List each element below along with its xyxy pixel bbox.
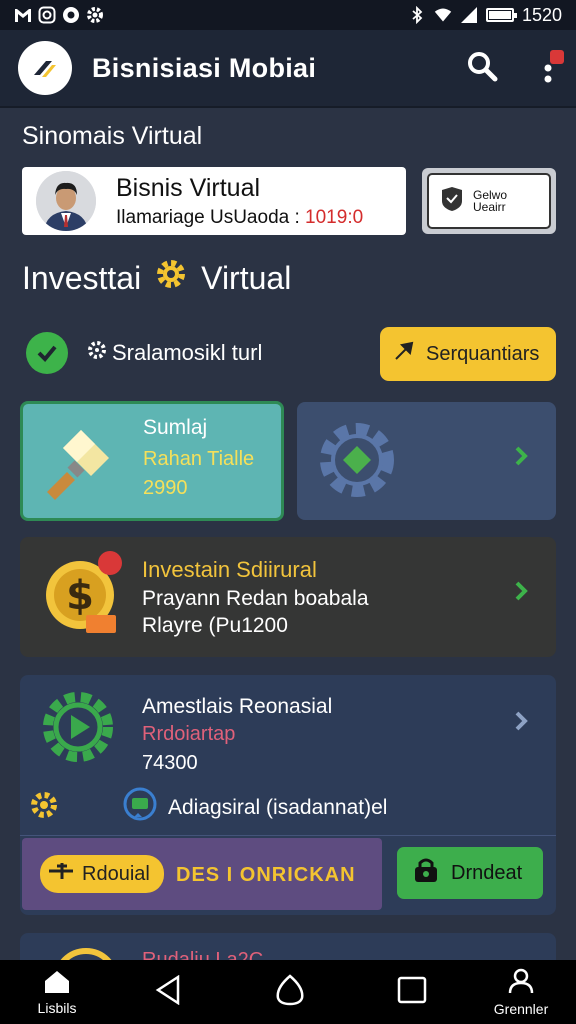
- nav-recents[interactable]: [392, 960, 432, 1024]
- user-subtitle: Ilamariage UsUaoda : 1019:0: [116, 207, 363, 229]
- instagram-icon: [38, 6, 56, 24]
- video-card-subrow: Adiagsiral (isadannat)el: [28, 787, 387, 829]
- battery-icon: [485, 8, 517, 22]
- investment-card-line1: Prayann Redan boabala: [142, 587, 369, 610]
- user-sub-value: 1019:0: [305, 206, 364, 228]
- nav-profile[interactable]: Grennler: [476, 960, 566, 1024]
- user-sub-label: Ilamariage UsUaoda :: [116, 206, 300, 228]
- nav-profile-label: Grennler: [493, 1000, 549, 1017]
- teal-card-value: 2990: [143, 477, 188, 499]
- gear-card[interactable]: [297, 402, 556, 520]
- video-card-title: Amestlais Reonasial: [142, 695, 333, 718]
- app-bar: Bisnisiasi Mobiai: [0, 30, 576, 108]
- arrow-icon: [392, 339, 416, 369]
- nav-home-label: Lisbils: [37, 999, 77, 1016]
- status-time: 1520: [521, 4, 562, 25]
- bottom-nav: Lisbils Grennler: [0, 960, 576, 1024]
- coin-icon: $: [38, 549, 134, 646]
- section-heading: Investtai Virtual: [22, 258, 291, 298]
- yellow-button-label: Serquantiars: [426, 342, 540, 365]
- signal-icon: [460, 6, 478, 24]
- gmail-icon: [14, 6, 32, 24]
- avatar: [36, 171, 96, 231]
- video-card-subtitle: Rrdoiartap: [142, 723, 236, 745]
- teal-card[interactable]: Sumlaj Rahan Tialle 2990: [20, 401, 284, 521]
- bluetooth-icon: [408, 6, 426, 24]
- check-icon: [26, 332, 68, 374]
- chevron-right-icon[interactable]: [509, 579, 533, 603]
- notification-icon[interactable]: [538, 50, 564, 86]
- recents-icon: [397, 975, 427, 1010]
- green-action-button[interactable]: Drndeat: [397, 847, 543, 899]
- shield-icon: [439, 186, 465, 217]
- small-gear-icon: [28, 789, 60, 827]
- notification-badge: [550, 50, 564, 64]
- camera-icon: [62, 6, 80, 24]
- wifi-icon: [434, 6, 452, 24]
- app-title: Bisnisiasi Mobiai: [92, 52, 317, 83]
- video-card-value: 74300: [142, 752, 198, 774]
- investment-card[interactable]: $ Investain Sdiirural Prayann Redan boab…: [20, 537, 556, 657]
- side-button-line2: Ueairr: [473, 200, 506, 214]
- section-label: Sinomais Virtual: [22, 122, 203, 150]
- teal-card-subtitle: Rahan Tialle: [143, 448, 255, 470]
- teal-card-title: Sumlaj: [143, 416, 208, 439]
- gear-icon: [155, 258, 187, 298]
- side-action-button[interactable]: Gelwo Ueairr: [422, 168, 556, 234]
- user-name: Bisnis Virtual: [116, 173, 261, 202]
- nav-back[interactable]: [148, 960, 188, 1024]
- yellow-action-button[interactable]: Serquantiars: [380, 327, 556, 381]
- brush-icon: [45, 422, 121, 507]
- promo-strip: Rdouial DES I ONRICKAN: [22, 838, 382, 910]
- status-bar: 1520: [0, 0, 576, 30]
- back-icon: [154, 974, 182, 1010]
- profile-icon: [508, 968, 534, 999]
- home-button-icon: [275, 973, 305, 1011]
- user-card[interactable]: Bisnis Virtual Ilamariage UsUaoda : 1019…: [22, 167, 406, 235]
- heading-left: Investtai: [22, 259, 142, 296]
- chat-icon: [122, 787, 158, 829]
- pill-label: Rdouial: [82, 862, 150, 885]
- video-card[interactable]: Amestlais Reonasial Rrdoiartap 74300 Adi…: [20, 675, 556, 915]
- divider: [20, 835, 556, 836]
- plane-icon: [48, 861, 74, 887]
- gear-diamond-icon: [317, 420, 397, 505]
- settings-icon: [86, 6, 104, 24]
- investment-card-line2: Rlayre (Pu1200: [142, 614, 288, 637]
- investment-card-title: Investain Sdiirural: [142, 557, 317, 582]
- heading-right: Virtual: [201, 259, 292, 296]
- status-row: Sralamosikl turl: [26, 332, 262, 374]
- home-icon: [42, 969, 72, 998]
- chevron-right-icon[interactable]: [509, 709, 533, 733]
- green-button-label: Drndeat: [451, 861, 523, 884]
- nav-home-button[interactable]: [270, 960, 310, 1024]
- video-card-subrow-text: Adiagsiral (isadannat)el: [168, 796, 388, 819]
- chevron-right-icon[interactable]: [509, 444, 533, 468]
- status-text: Sralamosikl turl: [112, 340, 263, 365]
- pill-button[interactable]: Rdouial: [40, 855, 164, 893]
- svg-text:$: $: [66, 573, 94, 619]
- app-logo[interactable]: [18, 41, 72, 95]
- cog-icon: [86, 339, 108, 367]
- strip-text: DES I ONRICKAN: [176, 864, 356, 886]
- play-gear-icon: [40, 689, 118, 772]
- search-icon[interactable]: [466, 50, 498, 87]
- nav-home[interactable]: Lisbils: [22, 960, 92, 1024]
- lock-icon: [411, 855, 441, 891]
